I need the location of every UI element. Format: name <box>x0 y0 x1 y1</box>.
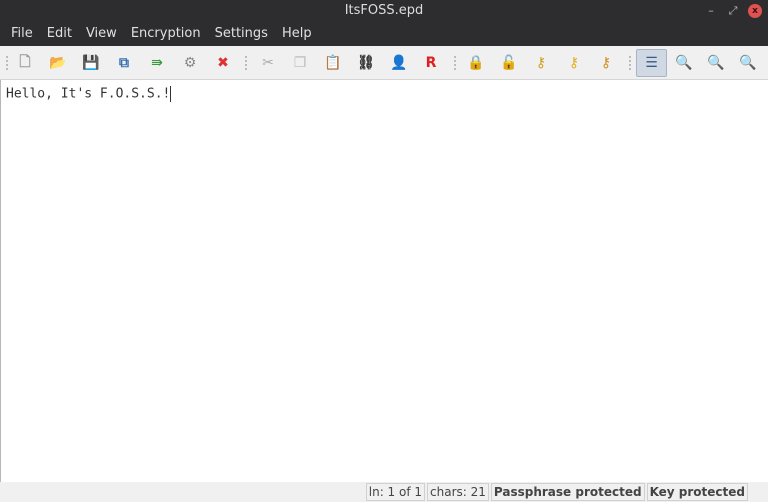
zoom-reset-icon: 🔍 <box>739 55 757 71</box>
close-file-icon: ✖ <box>217 55 229 71</box>
zoom-reset-button[interactable]: 🔍 <box>735 49 761 77</box>
zoom-in-button[interactable]: 🔍 <box>671 49 697 77</box>
zoom-out-button[interactable]: 🔍 <box>703 49 729 77</box>
find-button[interactable]: ⛓ <box>353 49 379 77</box>
save-icon: 💾 <box>82 55 100 71</box>
text-editor[interactable]: Hello, It's F.O.S.S.! <box>0 80 768 482</box>
key-icon: ⚷ <box>568 55 580 71</box>
open-icon: 📂 <box>49 55 67 71</box>
toolbar: 🗋 📂 💾 ⧉ ⇛ ⚙ ✖ ✂ ❐ 📋 ⛓ 👤 R 🔒 🔓 ⚷ ⚷ ⚷ ☰ 🔍 🔍 🔍 <box>0 46 768 80</box>
copy-icon: ❐ <box>293 55 307 71</box>
menu-view[interactable]: View <box>79 22 124 46</box>
save-as-icon: ⧉ <box>119 55 129 71</box>
toolbar-separator <box>629 56 631 70</box>
new-icon: 🗋 <box>19 54 31 70</box>
title-bar: ItsFOSS.epd – ⤢ x <box>0 0 768 22</box>
word-wrap-button[interactable]: ☰ <box>636 49 667 77</box>
window-title: ItsFOSS.epd <box>344 3 424 18</box>
zoom-in-icon: 🔍 <box>675 55 693 71</box>
user-button[interactable]: 👤 <box>386 49 412 77</box>
key-add-button[interactable]: ⚷ <box>528 49 554 77</box>
copy-button[interactable]: ❐ <box>287 49 313 77</box>
save-as-button[interactable]: ⧉ <box>111 49 137 77</box>
toolbar-separator <box>245 56 247 70</box>
replace-icon: R <box>425 55 437 71</box>
lock-button[interactable]: 🔒 <box>463 49 489 77</box>
lock-icon: 🔒 <box>467 55 485 71</box>
key-add-icon: ⚷ <box>535 55 547 71</box>
properties-button[interactable]: ⚙ <box>177 49 203 77</box>
minimize-button[interactable]: – <box>704 4 718 18</box>
menu-edit[interactable]: Edit <box>40 22 79 46</box>
cut-icon: ✂ <box>262 55 274 71</box>
key-remove-button[interactable]: ⚷ <box>593 49 619 77</box>
close-button[interactable]: x <box>748 4 762 18</box>
export-icon: ⇛ <box>151 55 163 71</box>
open-button[interactable]: 📂 <box>45 49 71 77</box>
status-key: Key protected <box>646 483 748 501</box>
menu-bar: File Edit View Encryption Settings Help <box>0 22 768 46</box>
replace-button[interactable]: R <box>418 49 444 77</box>
word-wrap-icon: ☰ <box>645 55 658 71</box>
menu-encryption[interactable]: Encryption <box>124 22 208 46</box>
properties-icon: ⚙ <box>183 55 197 71</box>
menu-file[interactable]: File <box>4 22 40 46</box>
user-icon: 👤 <box>390 55 408 71</box>
key-remove-icon: ⚷ <box>600 55 612 71</box>
menu-help[interactable]: Help <box>275 22 319 46</box>
save-button[interactable]: 💾 <box>78 49 104 77</box>
find-icon: ⛓ <box>357 55 375 71</box>
status-chars: chars: 21 <box>427 483 489 501</box>
zoom-out-icon: 🔍 <box>707 55 725 71</box>
toolbar-separator <box>454 56 456 70</box>
status-passphrase: Passphrase protected <box>490 483 645 501</box>
new-button[interactable]: 🗋 <box>12 49 38 77</box>
status-bar: ln: 1 of 1 chars: 21 Passphrase protecte… <box>0 482 768 502</box>
text-cursor <box>170 86 172 102</box>
menu-settings[interactable]: Settings <box>208 22 275 46</box>
paste-button[interactable]: 📋 <box>320 49 346 77</box>
unlock-icon: 🔓 <box>500 55 518 71</box>
toolbar-separator <box>6 56 8 70</box>
unlock-button[interactable]: 🔓 <box>496 49 522 77</box>
maximize-button[interactable]: ⤢ <box>726 4 740 18</box>
cut-button[interactable]: ✂ <box>255 49 281 77</box>
status-line: ln: 1 of 1 <box>365 483 426 501</box>
editor-content: Hello, It's F.O.S.S.! <box>6 86 171 102</box>
export-button[interactable]: ⇛ <box>144 49 170 77</box>
close-file-button[interactable]: ✖ <box>210 49 236 77</box>
paste-icon: 📋 <box>324 55 342 71</box>
key-button[interactable]: ⚷ <box>561 49 587 77</box>
